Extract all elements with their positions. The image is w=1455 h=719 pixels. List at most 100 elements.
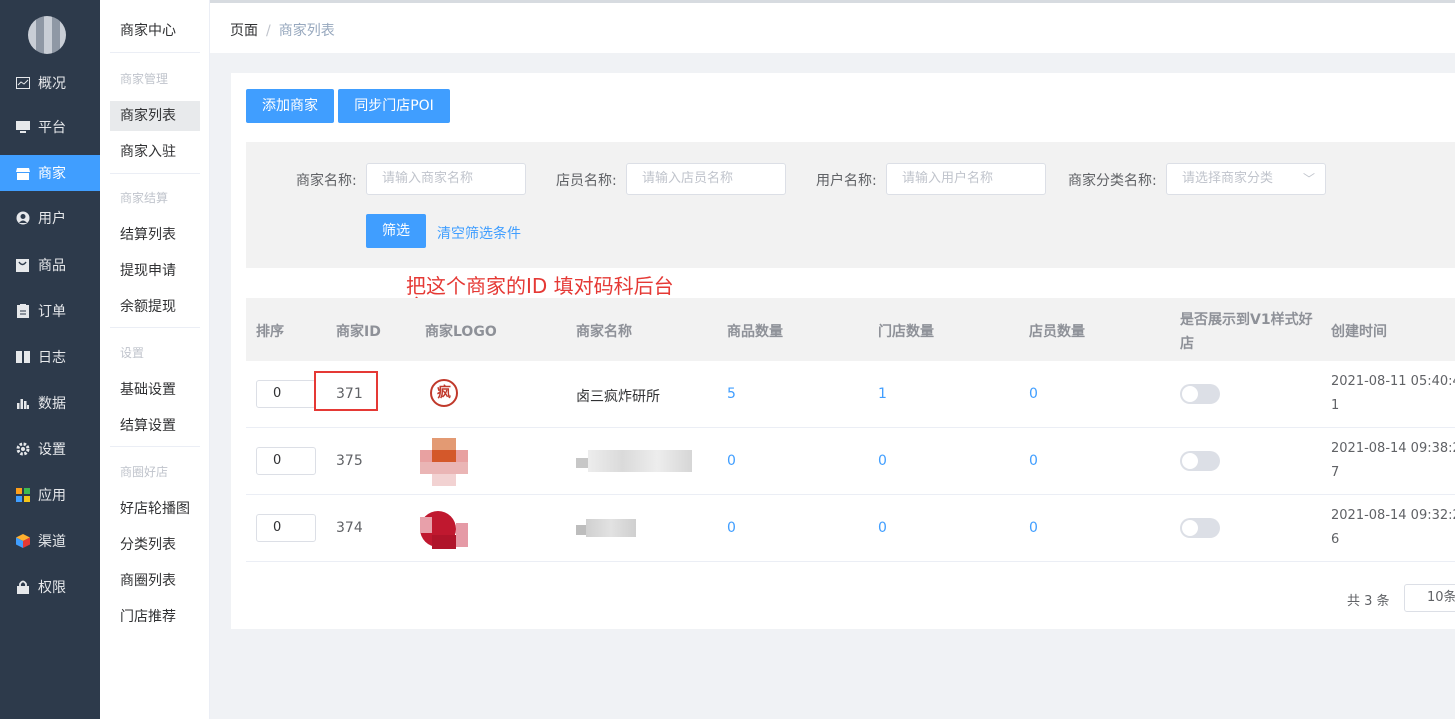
avatar[interactable] [28,16,66,54]
sidebar-item-overview[interactable]: 概况 [0,65,100,101]
merchant-name-redacted [576,519,636,537]
sidebar-item-label: 平台 [38,120,66,136]
merchant-id: 375 [336,453,363,469]
category-select[interactable]: 请选择商家分类 ﹀ [1166,163,1326,195]
col-id: 商家ID [336,324,381,340]
book-icon [15,350,30,365]
divider [110,52,200,53]
sidebar-item-platform[interactable]: 平台 [0,109,100,145]
annotation-text: 把这个商家的ID 填对码科后台 [406,274,674,298]
divider [110,327,200,328]
goods-count-link[interactable]: 0 [727,453,736,469]
sync-poi-button[interactable]: 同步门店POI [338,89,450,123]
sidebar-item-user[interactable]: 用户 [0,200,100,236]
submenu-item-category-list[interactable]: 分类列表 [110,530,200,560]
created-time-line1: 2021-08-14 09:32:2 [1331,508,1455,523]
submenu-title: 商家中心 [120,23,176,39]
sort-input[interactable]: 0 [256,447,316,475]
user-name-input[interactable]: 请输入用户名称 [886,163,1046,195]
sidebar-item-apps[interactable]: 应用 [0,477,100,513]
pagination-total: 共 3 条 [1347,594,1390,609]
merchant-logo [420,438,468,486]
annotation-highlight-box [314,371,378,411]
sidebar-item-label: 应用 [38,488,66,504]
sidebar-item-merchant[interactable]: 商家 [0,155,100,191]
store-count-link[interactable]: 0 [878,453,887,469]
clear-filters-link[interactable]: 清空筛选条件 [437,223,521,243]
breadcrumb-root[interactable]: 页面 [230,23,258,39]
v1-toggle[interactable] [1180,518,1220,538]
sidebar-item-settings[interactable]: 设置 [0,431,100,467]
sidebar-item-channel[interactable]: 渠道 [0,523,100,559]
table-row: 0 374 0 0 0 2021-08-14 09:32:2 6 [246,495,1455,562]
submenu-item-basic-settings[interactable]: 基础设置 [110,375,200,405]
goods-count-link[interactable]: 0 [727,520,736,536]
toggle-knob [1182,520,1198,536]
breadcrumb-separator: / [266,23,271,39]
breadcrumb-bar: 页面 / 商家列表 [210,3,1455,53]
table-row: 0 371 疯 卤三疯炸研所 5 1 0 2021-08-11 05:40:4 1 [246,361,1455,428]
clerk-count-link[interactable]: 0 [1029,453,1038,469]
sidebar-item-goods[interactable]: 商品 [0,247,100,283]
sidebar-item-log[interactable]: 日志 [0,339,100,375]
submenu-item-merchant-list[interactable]: 商家列表 [110,101,200,131]
submenu-item-banner[interactable]: 好店轮播图 [110,494,200,524]
gear-icon [15,442,30,457]
chart-icon [15,76,30,91]
lock-icon [15,580,30,595]
submenu-item-store-recommend[interactable]: 门店推荐 [110,602,200,632]
store-count-link[interactable]: 1 [878,386,887,402]
main-sidebar: 概况 平台 商家 用户 商品 订单 日志 数据 设置 应用 渠道 权限 [0,0,100,719]
apps-icon [15,488,30,503]
submenu-item-settle-list[interactable]: 结算列表 [110,220,200,250]
add-merchant-button[interactable]: 添加商家 [246,89,334,123]
store-count-link[interactable]: 0 [878,520,887,536]
col-name: 商家名称 [576,324,632,340]
clerk-name-input[interactable]: 请输入店员名称 [626,163,786,195]
submenu-item-withdraw-apply[interactable]: 提现申请 [110,256,200,286]
col-clerks: 店员数量 [1029,324,1085,340]
v1-toggle[interactable] [1180,384,1220,404]
submenu-item-merchant-join[interactable]: 商家入驻 [110,137,200,167]
sidebar-item-label: 渠道 [38,534,66,550]
sidebar-item-label: 日志 [38,350,66,366]
v1-toggle[interactable] [1180,451,1220,471]
page-size-select[interactable]: 10条 [1404,584,1455,612]
filter-button[interactable]: 筛选 [366,214,426,248]
breadcrumb: 页面 / 商家列表 [230,20,335,40]
sidebar-item-data[interactable]: 数据 [0,385,100,421]
sort-input[interactable]: 0 [256,380,316,408]
created-time-line2: 6 [1331,532,1340,547]
secondary-menu: 商家中心 商家管理 商家列表 商家入驻 商家结算 结算列表 提现申请 余额提现 … [100,0,210,719]
created-time-line1: 2021-08-14 09:38:2 [1331,441,1455,456]
submenu-item-settle-settings[interactable]: 结算设置 [110,411,200,441]
sort-input[interactable]: 0 [256,514,316,542]
clerk-count-link[interactable]: 0 [1029,520,1038,536]
store-icon [15,166,30,181]
sidebar-item-order[interactable]: 订单 [0,293,100,329]
merchant-name-input[interactable]: 请输入商家名称 [366,163,526,195]
submenu-item-circle-list[interactable]: 商圈列表 [110,566,200,596]
cube-icon [15,534,30,549]
col-created: 创建时间 [1331,324,1387,340]
clerk-count-link[interactable]: 0 [1029,386,1038,402]
sidebar-item-permission[interactable]: 权限 [0,569,100,605]
goods-count-link[interactable]: 5 [727,386,736,402]
category-label: 商家分类名称: [1068,173,1157,189]
merchant-logo [420,509,468,549]
sidebar-item-label: 概况 [38,76,66,92]
created-time: 2021-08-14 09:32:2 6 [1331,504,1455,552]
col-v1-line1: 是否展示到V1样式好 [1180,312,1313,328]
divider [110,446,200,447]
chevron-down-icon: ﹀ [1302,172,1315,186]
sidebar-item-label: 商品 [38,258,66,274]
toggle-knob [1182,453,1198,469]
filter-panel: 商家名称: 请输入商家名称 店员名称: 请输入店员名称 用户名称: 请输入用户名… [246,142,1455,268]
sidebar-item-label: 权限 [38,580,66,596]
merchant-name: 卤三疯炸研所 [576,389,660,405]
group-label-settlement: 商家结算 [120,191,169,205]
merchant-logo: 疯 [430,379,458,407]
table-row: 0 375 0 0 0 2021-08-14 09:38:2 7 [246,428,1455,495]
submenu-item-balance-withdraw[interactable]: 余额提现 [110,292,200,322]
bar-icon [15,396,30,411]
